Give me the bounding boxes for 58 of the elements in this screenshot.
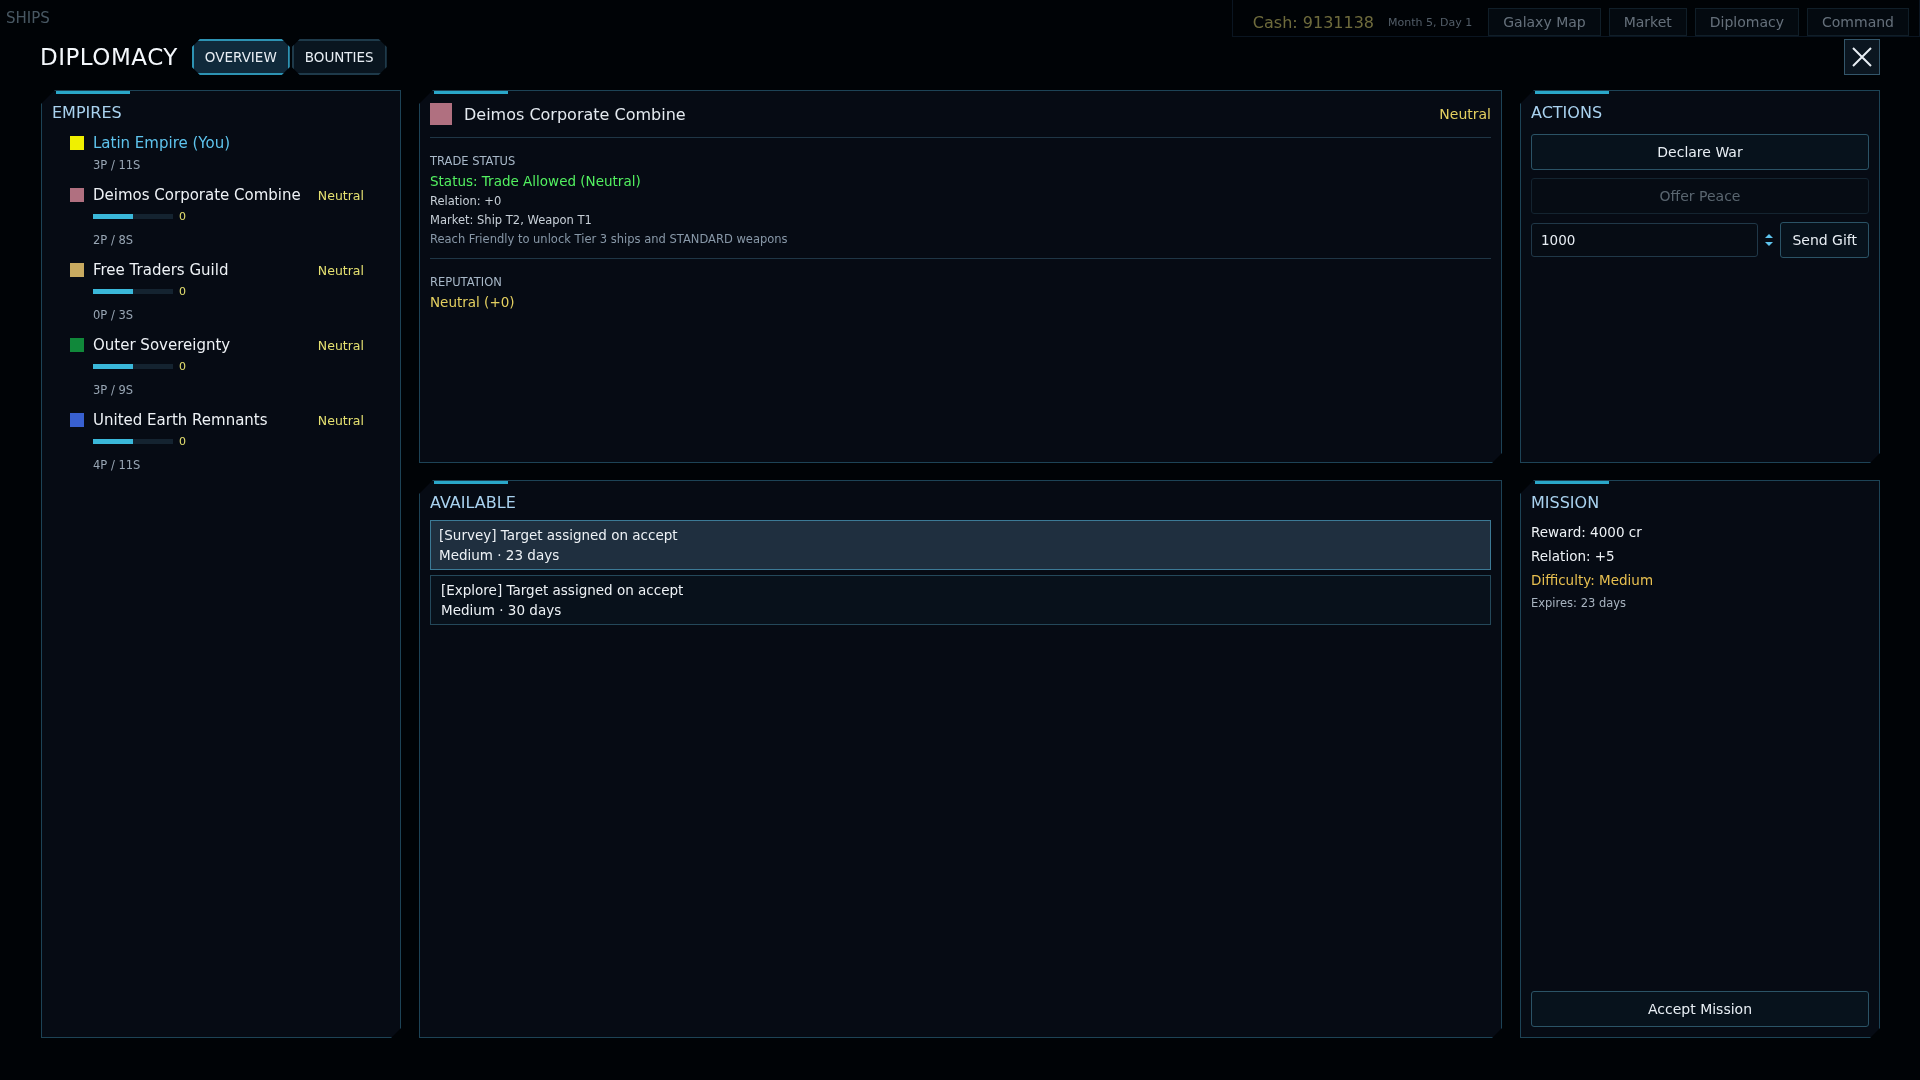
cash-label: Cash: 9131138 xyxy=(1252,12,1375,32)
panel-title: EMPIRES xyxy=(52,103,123,122)
empire-name: Deimos Corporate Combine xyxy=(464,104,686,124)
expires-text: Expires: 23 days xyxy=(1531,596,1628,610)
mission-item[interactable]: [Survey] Target assigned on accept Medium · 23 days xyxy=(430,520,1491,570)
reputation-value: Neutral (+0) xyxy=(430,294,516,310)
panel-title: MISSION xyxy=(1531,493,1601,512)
relation-value: 0 xyxy=(179,285,186,298)
nav-button[interactable]: Market xyxy=(1608,8,1687,36)
status-label: Neutral xyxy=(317,412,364,428)
market-text: Market: Ship T2, Weapon T1 xyxy=(430,213,593,227)
section-heading: REPUTATION xyxy=(430,275,503,289)
accept-mission-button[interactable]: Accept Mission xyxy=(1531,991,1869,1027)
empire-name[interactable]: Outer Sovereignty xyxy=(93,336,231,354)
date-label: Month 5, Day 1 xyxy=(1388,15,1473,29)
mission-meta: Medium · 30 days xyxy=(441,602,563,618)
mission-title: [Survey] Target assigned on accept xyxy=(439,527,679,543)
relation-value: 0 xyxy=(179,210,186,223)
relation-text: Relation: +0 xyxy=(430,194,503,208)
close-icon xyxy=(1852,47,1872,67)
action-button[interactable]: Declare War xyxy=(1531,134,1869,170)
trade-status: Status: Trade Allowed (Neutral) xyxy=(430,173,642,189)
send-gift-button[interactable]: Send Gift xyxy=(1780,222,1869,258)
panel-title: ACTIONS xyxy=(1531,103,1604,122)
empire-name[interactable]: Latin Empire (You) xyxy=(93,134,231,152)
empire-name[interactable]: Free Traders Guild xyxy=(93,261,229,279)
section-heading: TRADE STATUS xyxy=(430,154,517,168)
status-label: Neutral xyxy=(1439,106,1491,122)
empire-stats: 3P / 11S xyxy=(93,158,142,172)
empire-stats: 3P / 9S xyxy=(93,383,135,397)
section-title: SHIPS xyxy=(5,8,51,29)
empire-name[interactable]: Deimos Corporate Combine xyxy=(93,186,301,204)
relation-text: Relation: +5 xyxy=(1531,548,1616,564)
status-label: Neutral xyxy=(317,187,364,203)
mission-meta: Medium · 23 days xyxy=(439,547,561,563)
tab[interactable]: BOUNTIES xyxy=(291,39,387,75)
spinner-icon xyxy=(1764,233,1775,247)
difficulty-text: Difficulty: Medium xyxy=(1531,572,1655,588)
mission-item[interactable]: [Explore] Target assigned on accept Medium · 30 days xyxy=(430,575,1491,625)
empire-stats: 4P / 11S xyxy=(93,458,142,472)
empire-stats: 0P / 3S xyxy=(93,308,135,322)
hint-text: Reach Friendly to unlock Tier 3 ships and STANDARD weapons xyxy=(430,232,789,246)
nav-button[interactable]: Diplomacy xyxy=(1694,8,1800,36)
window-title: DIPLOMACY xyxy=(40,44,178,70)
gift-amount-field[interactable]: 1000 xyxy=(1531,223,1759,257)
reward-text: Reward: 4000 cr xyxy=(1531,524,1643,540)
relation-value: 0 xyxy=(179,360,186,373)
relation-value: 0 xyxy=(179,435,186,448)
mission-title: [Explore] Target assigned on accept xyxy=(441,582,685,598)
close-button[interactable] xyxy=(1844,39,1880,75)
empire-name[interactable]: United Earth Remnants xyxy=(93,411,268,429)
status-label: Neutral xyxy=(317,262,364,278)
panel-title: AVAILABLE xyxy=(430,493,517,512)
nav-button[interactable]: Galaxy Map xyxy=(1488,8,1601,36)
nav-button[interactable]: Command xyxy=(1807,8,1909,36)
status-label: Neutral xyxy=(317,337,364,353)
tab[interactable]: OVERVIEW xyxy=(191,39,290,75)
empire-stats: 2P / 8S xyxy=(93,233,135,247)
